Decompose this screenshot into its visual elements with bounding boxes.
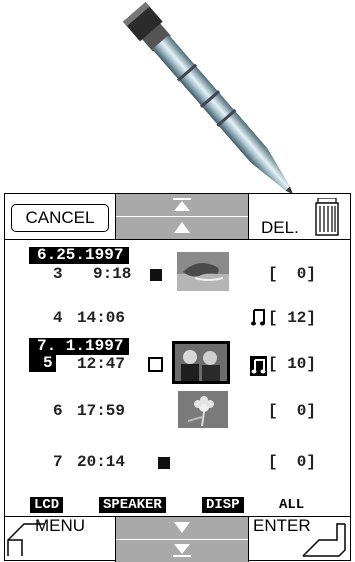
stylus-illustration bbox=[122, 2, 294, 195]
mode-disp[interactable]: DISP bbox=[202, 497, 244, 513]
mode-all[interactable]: ALL bbox=[279, 497, 304, 513]
mode-lcd[interactable]: LCD bbox=[30, 497, 64, 513]
music-note-selected-icon bbox=[250, 356, 267, 376]
divider bbox=[248, 516, 249, 562]
entry-time: 12:47 bbox=[77, 355, 126, 373]
mode-speaker[interactable]: SPEAKER bbox=[99, 497, 166, 513]
dolphin-photo-thumbnail bbox=[177, 252, 229, 291]
marked-square-icon bbox=[150, 269, 162, 281]
empty-square-icon bbox=[148, 357, 163, 372]
entry-time: 17:59 bbox=[77, 402, 126, 420]
entry-index: 3 bbox=[53, 265, 63, 283]
entry-index: 6 bbox=[53, 402, 63, 420]
marked-square-icon bbox=[158, 457, 170, 469]
entry-count: [ 0] bbox=[268, 453, 317, 471]
entry-count: [ 12] bbox=[268, 309, 317, 327]
cancel-button[interactable]: CANCEL bbox=[11, 204, 109, 232]
entry-count: [ 0] bbox=[268, 402, 317, 420]
top-toolbar: CANCEL DEL. bbox=[5, 194, 350, 240]
scroll-up-area bbox=[116, 194, 248, 239]
scroll-bottom-icon bbox=[173, 544, 191, 557]
entry-index: 5 bbox=[29, 355, 56, 372]
scroll-to-bottom-button[interactable] bbox=[116, 540, 248, 561]
music-note-icon bbox=[251, 309, 265, 326]
date-header: 7. 1.1997 bbox=[29, 338, 130, 355]
entry-index: 7 bbox=[53, 453, 63, 471]
scroll-to-top-button[interactable] bbox=[116, 194, 248, 215]
entry-index: 4 bbox=[53, 309, 63, 327]
scroll-up-button[interactable] bbox=[116, 217, 248, 238]
entry-count: [ 10] bbox=[268, 355, 317, 373]
people-photo-thumbnail bbox=[172, 341, 230, 384]
scroll-up-icon bbox=[174, 222, 190, 233]
entry-count: [ 0] bbox=[268, 265, 317, 283]
flower-photo-thumbnail bbox=[178, 391, 228, 428]
entry-time: 14:06 bbox=[77, 309, 126, 327]
entry-time: 9:18 bbox=[93, 265, 132, 283]
trash-icon[interactable] bbox=[314, 198, 340, 236]
scroll-down-button[interactable] bbox=[116, 517, 248, 538]
scroll-down-icon bbox=[174, 522, 190, 533]
scroll-down-area bbox=[116, 517, 248, 562]
scroll-top-icon bbox=[173, 198, 191, 211]
divider bbox=[248, 194, 249, 239]
menu-label: MENU bbox=[35, 516, 86, 535]
device-screen: CANCEL DEL. 6.25.1997 3 9:18 [0] 4 14:0… bbox=[4, 193, 351, 562]
enter-corner-icon bbox=[302, 523, 346, 557]
entry-time: 20:14 bbox=[77, 453, 126, 471]
delete-label[interactable]: DEL. bbox=[261, 218, 299, 238]
date-header: 6.25.1997 bbox=[29, 247, 130, 264]
